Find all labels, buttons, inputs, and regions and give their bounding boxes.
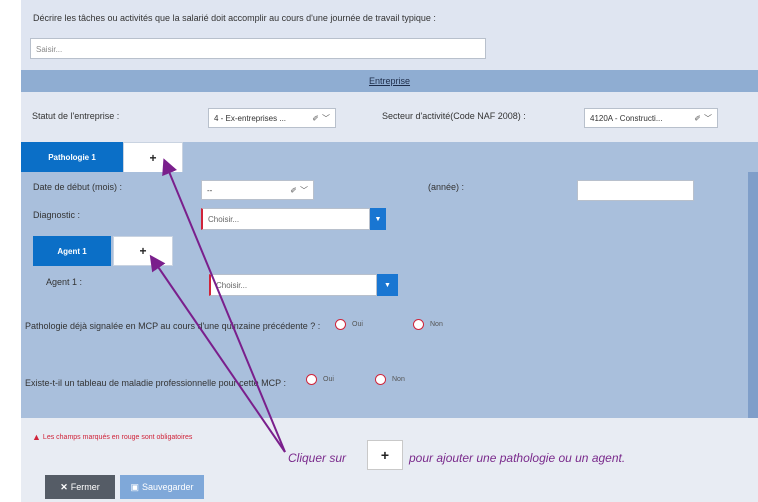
annotation-arrows: [149, 158, 286, 453]
arrow-to-add-agent: [149, 254, 286, 453]
arrow-to-add-pathologie: [162, 158, 286, 453]
